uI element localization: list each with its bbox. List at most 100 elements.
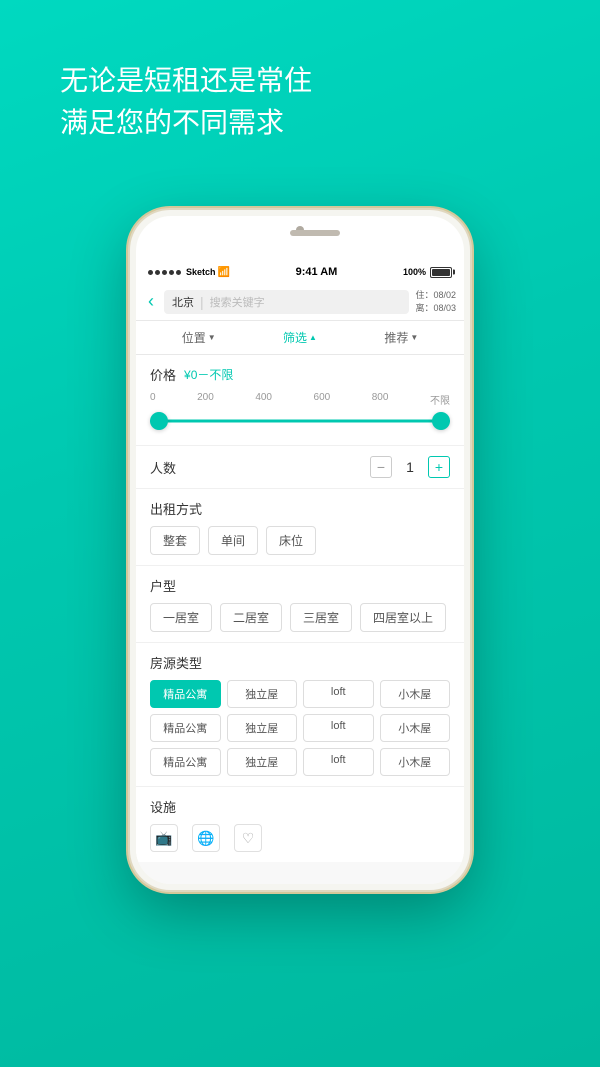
facilities-section: 设施 📺 🌐 ♡ xyxy=(136,787,464,862)
signal-dots xyxy=(148,270,181,275)
search-dates: 住：08/02 离：08/03 xyxy=(415,289,456,314)
filter-panel: 价格 ¥0－不限 0 200 400 600 800 不限 xyxy=(136,355,464,862)
search-divider: | xyxy=(200,294,204,310)
room-option-三居室[interactable]: 三居室 xyxy=(290,603,352,632)
phone-inner: Sketch 📶 9:41 AM 100% ‹ 北京 | 搜索关键字 xyxy=(136,216,464,884)
filter-arrow-icon: ▲ xyxy=(309,333,317,342)
source-tag-精品公寓-2[interactable]: 精品公寓 xyxy=(150,714,221,742)
price-mark-200: 200 xyxy=(197,392,214,407)
check-out-date: 离：08/03 xyxy=(415,302,456,315)
facility-wifi[interactable]: 🌐 xyxy=(192,824,220,852)
signal-dot-4 xyxy=(169,270,174,275)
people-decrease-button[interactable]: − xyxy=(370,456,392,478)
source-row-2: 精品公寓 独立屋 loft 小木屋 xyxy=(150,714,450,742)
slider-thumb-left[interactable] xyxy=(150,412,168,430)
hero-line2: 满足您的不同需求 xyxy=(60,102,312,144)
filter-location[interactable]: 位置 ▼ xyxy=(148,329,249,346)
source-tag-loft-3[interactable]: loft xyxy=(303,748,374,776)
status-bar: Sketch 📶 9:41 AM 100% xyxy=(136,261,464,283)
room-option-四居室以上[interactable]: 四居室以上 xyxy=(360,603,446,632)
source-tag-精品公寓-1[interactable]: 精品公寓 xyxy=(150,680,221,708)
search-city: 北京 xyxy=(172,294,194,310)
signal-dot-2 xyxy=(155,270,160,275)
signal-dot-1 xyxy=(148,270,153,275)
filter-filter-label: 筛选 xyxy=(283,329,307,346)
source-type-grid: 精品公寓 独立屋 loft 小木屋 精品公寓 独立屋 loft 小木屋 xyxy=(150,680,450,776)
price-mark-max: 不限 xyxy=(430,392,450,407)
carrier-label: Sketch xyxy=(186,267,216,277)
search-input-area[interactable]: 北京 | 搜索关键字 xyxy=(164,290,409,314)
hero-text: 无论是短租还是常住 满足您的不同需求 xyxy=(60,60,312,144)
people-section: 人数 − 1 + xyxy=(136,446,464,489)
price-header: 价格 ¥0－不限 xyxy=(150,365,450,384)
hero-line1: 无论是短租还是常住 xyxy=(60,60,312,102)
source-tag-loft-1[interactable]: loft xyxy=(303,680,374,708)
location-arrow-icon: ▼ xyxy=(208,333,216,342)
room-option-二居室[interactable]: 二居室 xyxy=(220,603,282,632)
recommend-arrow-icon: ▼ xyxy=(410,333,418,342)
source-tag-独立屋-1[interactable]: 独立屋 xyxy=(227,680,298,708)
rental-option-单间[interactable]: 单间 xyxy=(208,526,258,555)
rental-type-options: 整套 单间 床位 xyxy=(150,526,450,555)
source-tag-小木屋-1[interactable]: 小木屋 xyxy=(380,680,451,708)
price-slider[interactable] xyxy=(150,411,450,431)
battery-fill xyxy=(432,269,450,276)
source-tag-精品公寓-3[interactable]: 精品公寓 xyxy=(150,748,221,776)
source-tag-小木屋-3[interactable]: 小木屋 xyxy=(380,748,451,776)
status-left: Sketch 📶 xyxy=(148,267,230,278)
facilities-row: 📺 🌐 ♡ xyxy=(150,824,450,852)
source-tag-独立屋-3[interactable]: 独立屋 xyxy=(227,748,298,776)
people-controls: − 1 + xyxy=(370,456,450,478)
price-mark-600: 600 xyxy=(314,392,331,407)
slider-thumb-right[interactable] xyxy=(432,412,450,430)
source-row-1: 精品公寓 独立屋 loft 小木屋 xyxy=(150,680,450,708)
source-tag-loft-2[interactable]: loft xyxy=(303,714,374,742)
room-type-options: 一居室 二居室 三居室 四居室以上 xyxy=(150,603,450,632)
source-tag-独立屋-2[interactable]: 独立屋 xyxy=(227,714,298,742)
signal-dot-5 xyxy=(176,270,181,275)
rental-option-整套[interactable]: 整套 xyxy=(150,526,200,555)
search-placeholder: 搜索关键字 xyxy=(210,294,265,310)
filter-recommend[interactable]: 推荐 ▼ xyxy=(351,329,452,346)
price-section: 价格 ¥0－不限 0 200 400 600 800 不限 xyxy=(136,355,464,446)
slider-track xyxy=(150,420,450,423)
room-type-section: 户型 一居室 二居室 三居室 四居室以上 xyxy=(136,566,464,643)
people-label: 人数 xyxy=(150,458,176,477)
status-time: 9:41 AM xyxy=(296,266,338,278)
room-option-一居室[interactable]: 一居室 xyxy=(150,603,212,632)
source-tag-小木屋-2[interactable]: 小木屋 xyxy=(380,714,451,742)
price-mark-400: 400 xyxy=(255,392,272,407)
price-value: ¥0－不限 xyxy=(184,366,233,383)
filter-filter[interactable]: 筛选 ▲ xyxy=(249,329,350,346)
people-count: 1 xyxy=(402,459,418,475)
search-bar: ‹ 北京 | 搜索关键字 住：08/02 离：08/03 xyxy=(136,283,464,321)
filter-bar: 位置 ▼ 筛选 ▲ 推荐 ▼ xyxy=(136,321,464,355)
battery-icon xyxy=(430,267,452,278)
facility-fav[interactable]: ♡ xyxy=(234,824,262,852)
source-row-3: 精品公寓 独立屋 loft 小木屋 xyxy=(150,748,450,776)
price-mark-0: 0 xyxy=(150,392,156,407)
tv-icon: 📺 xyxy=(150,824,178,852)
people-increase-button[interactable]: + xyxy=(428,456,450,478)
rental-type-section: 出租方式 整套 单间 床位 xyxy=(136,489,464,566)
price-marks: 0 200 400 600 800 不限 xyxy=(150,392,450,407)
rental-option-床位[interactable]: 床位 xyxy=(266,526,316,555)
filter-location-label: 位置 xyxy=(182,329,206,346)
check-in-date: 住：08/02 xyxy=(415,289,456,302)
fav-icon: ♡ xyxy=(234,824,262,852)
phone-shell: Sketch 📶 9:41 AM 100% ‹ 北京 | 搜索关键字 xyxy=(130,210,470,890)
facility-tv[interactable]: 📺 xyxy=(150,824,178,852)
source-type-title: 房源类型 xyxy=(150,653,450,672)
facilities-title: 设施 xyxy=(150,797,450,816)
source-type-section: 房源类型 精品公寓 独立屋 loft 小木屋 精品公寓 独立屋 xyxy=(136,643,464,787)
wifi-facility-icon: 🌐 xyxy=(192,824,220,852)
signal-dot-3 xyxy=(162,270,167,275)
battery-label: 100% xyxy=(403,267,426,277)
phone-speaker xyxy=(290,230,340,236)
screen: Sketch 📶 9:41 AM 100% ‹ 北京 | 搜索关键字 xyxy=(136,261,464,884)
price-mark-800: 800 xyxy=(372,392,389,407)
rental-type-title: 出租方式 xyxy=(150,499,450,518)
wifi-icon: 📶 xyxy=(218,267,230,278)
back-button[interactable]: ‹ xyxy=(144,291,158,312)
price-label: 价格 xyxy=(150,365,176,384)
